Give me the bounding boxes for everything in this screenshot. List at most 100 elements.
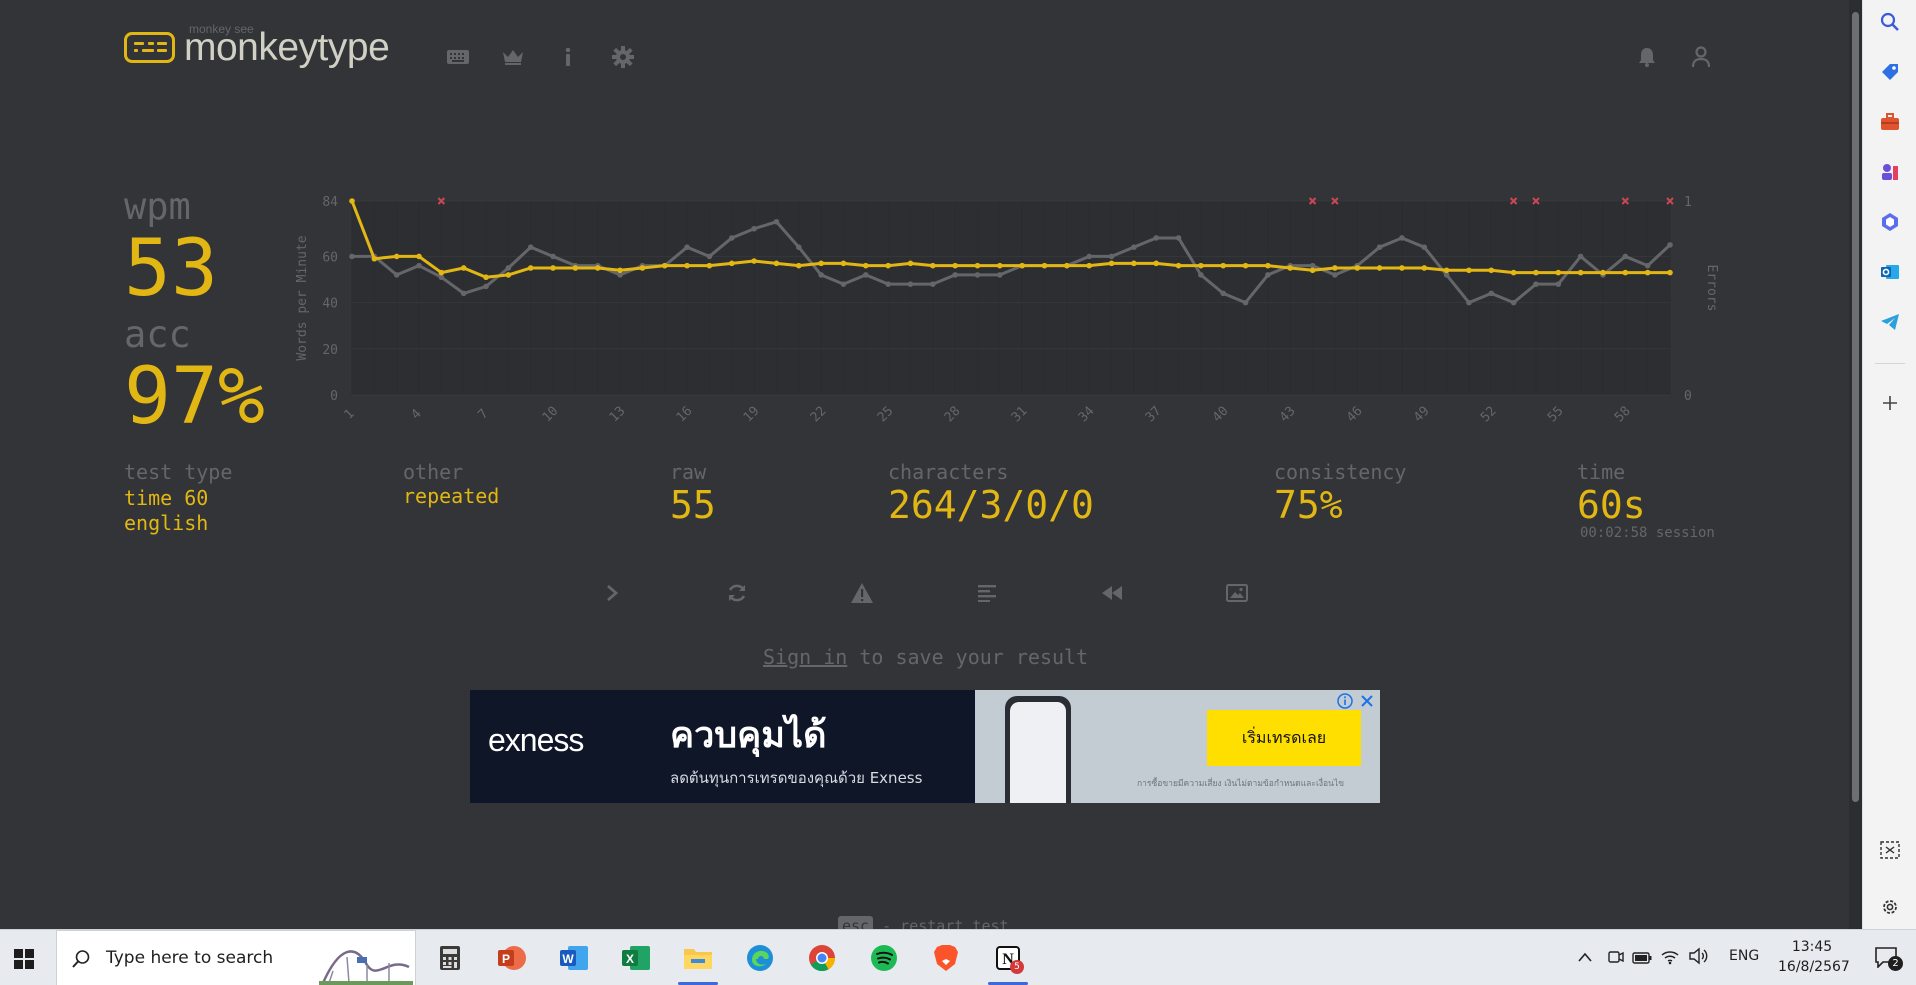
wifi-icon[interactable]: [1660, 947, 1680, 969]
wpm-point: [416, 253, 422, 260]
wpm-point: [1644, 269, 1651, 276]
raw-point: [1175, 235, 1182, 241]
wpm-point: [1354, 265, 1361, 271]
consistency-value: 75%: [1274, 483, 1343, 527]
restart-button[interactable]: [722, 578, 752, 608]
ad-right-panel: เริ่มเทรดเลย การซื้อขายมีความเสี่ยง เงิน…: [975, 690, 1380, 803]
notification-center-icon[interactable]: 2: [1874, 946, 1903, 972]
x-tick-label: 28: [942, 404, 964, 426]
language-indicator[interactable]: ENG: [1729, 948, 1759, 964]
windows-start-icon[interactable]: [14, 949, 34, 973]
y-tick-label: 0: [330, 389, 338, 404]
spotify-icon[interactable]: [864, 938, 904, 978]
wpm-point: [974, 262, 981, 269]
file-explorer-icon[interactable]: [678, 938, 718, 978]
notion-icon[interactable]: N 5: [988, 938, 1028, 978]
calculator-icon[interactable]: [430, 938, 470, 978]
wpm-point: [1242, 262, 1249, 269]
raw-point: [974, 272, 981, 278]
phone-image: [1005, 696, 1071, 803]
add-icon[interactable]: [1878, 391, 1902, 415]
wpm-point: [393, 253, 400, 260]
taskbar-search-box[interactable]: Type here to search: [56, 930, 416, 985]
edge-icon[interactable]: [740, 938, 780, 978]
chrome-icon[interactable]: [802, 938, 842, 978]
crown-icon[interactable]: [500, 44, 526, 70]
telegram-icon[interactable]: [1878, 310, 1902, 334]
wpm-point: [1466, 267, 1472, 274]
wpm-point: [550, 265, 556, 271]
shopping-tag-icon[interactable]: [1878, 60, 1902, 84]
svg-text:X: X: [626, 952, 634, 966]
excel-icon[interactable]: X: [616, 938, 656, 978]
wpm-point: [773, 260, 780, 267]
x-tick-label: 55: [1545, 404, 1567, 426]
wpm-point: [617, 267, 623, 274]
chevron-up-icon[interactable]: [1577, 948, 1593, 967]
warning-icon[interactable]: [847, 578, 877, 608]
ad-cta-button[interactable]: เริ่มเทรดเลย: [1207, 710, 1361, 766]
brave-icon[interactable]: [926, 938, 966, 978]
copilot-icon[interactable]: [1878, 210, 1902, 234]
acc-value: 97%: [124, 352, 265, 442]
wpm-point: [527, 265, 534, 271]
next-test-button[interactable]: [597, 578, 627, 608]
screenshot-icon[interactable]: [1222, 578, 1252, 608]
powerpoint-icon[interactable]: P: [492, 938, 532, 978]
sign-in-link[interactable]: Sign in: [763, 645, 847, 669]
info-icon[interactable]: [555, 44, 581, 70]
games-icon[interactable]: [1878, 160, 1902, 184]
raw-point: [1577, 253, 1584, 260]
x-tick-label: 1: [341, 406, 357, 422]
volume-icon[interactable]: [1688, 947, 1708, 969]
wpm-point: [1622, 269, 1629, 276]
x-tick-label: 31: [1009, 404, 1031, 426]
page-scrollbar[interactable]: [1849, 0, 1862, 929]
ad-left-panel: exness ควบคุมได้ ลดต้นทุนการเทรดของคุณด้…: [470, 690, 975, 803]
raw-point: [1488, 290, 1495, 297]
bell-icon[interactable]: [1634, 44, 1660, 70]
clock[interactable]: 13:45 16/8/2567: [1778, 937, 1850, 977]
outlook-icon[interactable]: [1878, 260, 1902, 284]
browser-sidebar: [1862, 0, 1916, 929]
raw-point: [1265, 272, 1271, 278]
gear-icon[interactable]: [610, 44, 636, 70]
user-icon[interactable]: [1688, 44, 1714, 70]
ad-info-icon[interactable]: [1336, 692, 1354, 710]
word-icon[interactable]: W: [554, 938, 594, 978]
time-value: 60s: [1577, 483, 1646, 527]
raw-point: [1421, 244, 1428, 250]
wpm-point: [594, 265, 601, 271]
x-tick-label: 34: [1076, 404, 1098, 426]
time-label: time: [1577, 460, 1626, 484]
search-icon[interactable]: [1878, 10, 1902, 34]
wpm-point: [349, 198, 355, 204]
clock-time: 13:45: [1791, 939, 1833, 955]
word-history-icon[interactable]: [972, 578, 1002, 608]
y-tick-label: 20: [322, 343, 338, 358]
wpm-point: [1399, 265, 1405, 271]
keyboard-icon[interactable]: [445, 44, 471, 70]
screen-capture-icon[interactable]: [1878, 838, 1902, 862]
ad-banner[interactable]: exness ควบคุมได้ ลดต้นทุนการเทรดของคุณด้…: [470, 690, 1380, 803]
x-tick-label: 7: [475, 406, 491, 422]
settings-icon[interactable]: [1878, 895, 1902, 919]
raw-label: raw: [670, 460, 707, 484]
raw-point: [1376, 244, 1383, 250]
raw-point: [1332, 272, 1338, 278]
characters-label: characters: [888, 460, 1009, 484]
meet-camera-icon[interactable]: [1606, 948, 1624, 970]
logo[interactable]: monkey see monkeytype: [124, 22, 390, 67]
ad-subline: ลดต้นทุนการเทรดของคุณด้วย Exness: [670, 769, 923, 787]
ad-close-icon[interactable]: [1358, 692, 1376, 710]
wpm-point: [460, 265, 467, 271]
x-tick-label: 13: [607, 404, 629, 426]
wpm-point: [840, 260, 847, 267]
ad-brand: exness: [488, 722, 584, 758]
tools-briefcase-icon[interactable]: [1878, 110, 1902, 134]
replay-icon[interactable]: [1097, 578, 1127, 608]
x-tick-label: 22: [808, 404, 830, 426]
sign-in-rest: to save your result: [847, 645, 1089, 669]
y2-tick-label: 1: [1684, 195, 1692, 210]
y2-tick-label: 0: [1684, 389, 1692, 404]
